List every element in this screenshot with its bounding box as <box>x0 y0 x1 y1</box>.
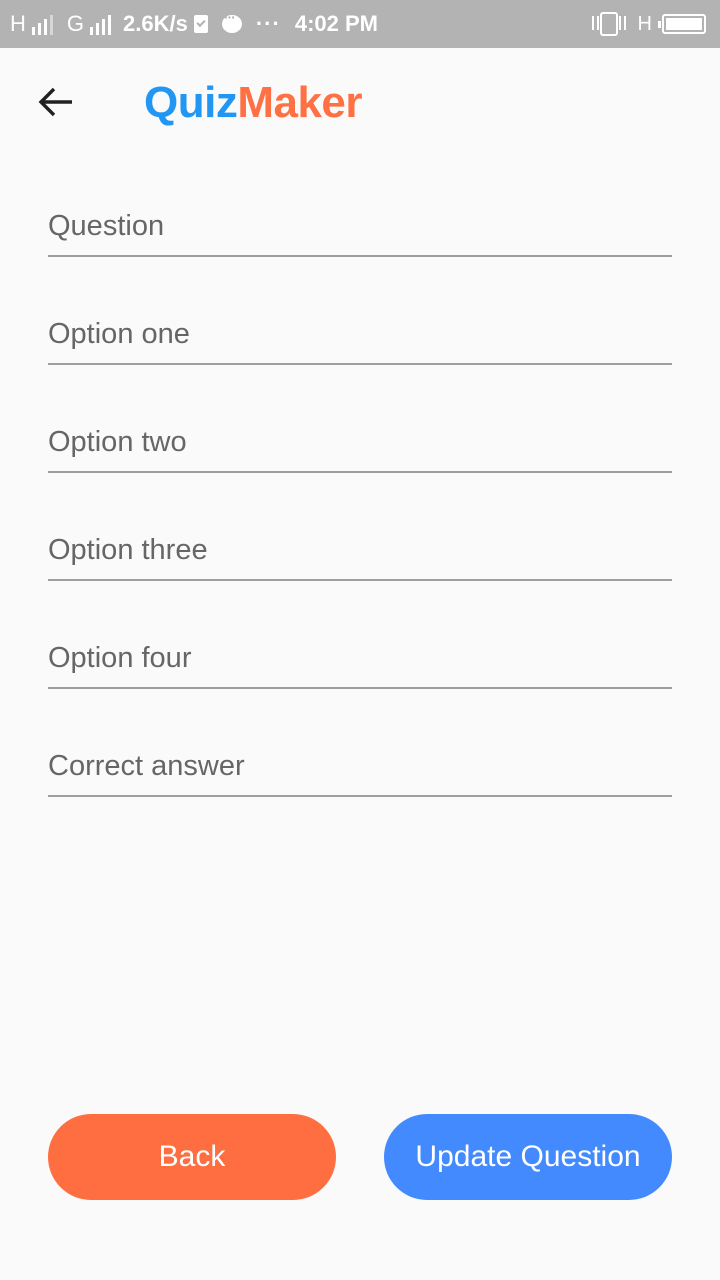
question-input[interactable] <box>48 197 672 255</box>
question-field[interactable] <box>48 197 672 257</box>
battery-icon <box>658 14 706 34</box>
hplus-network-icon: H <box>637 12 652 35</box>
option-two-input[interactable] <box>48 413 672 471</box>
status-bar-right: H <box>591 0 706 48</box>
network-speed: 2.6K/s <box>123 11 188 36</box>
app-title: QuizMaker <box>144 78 363 128</box>
vibrate-icon <box>591 12 626 36</box>
app-bar: QuizMaker <box>0 48 720 160</box>
correct-answer-input[interactable] <box>48 737 672 795</box>
status-bar-left: H G 2.6K/s ··· 4:02 PM <box>10 0 378 48</box>
sim2-network-type: G <box>66 11 85 36</box>
sim1-signal-icon <box>31 13 53 35</box>
back-arrow-icon[interactable] <box>30 76 82 128</box>
update-question-button[interactable]: Update Question <box>384 1114 672 1200</box>
correct-answer-field[interactable] <box>48 737 672 797</box>
back-button[interactable]: Back <box>48 1114 336 1200</box>
option-three-field[interactable] <box>48 521 672 581</box>
app-title-maker: Maker <box>237 78 363 127</box>
message-icon <box>221 9 242 33</box>
option-one-input[interactable] <box>48 305 672 363</box>
option-four-field[interactable] <box>48 629 672 689</box>
app-title-quiz: Quiz <box>144 78 238 127</box>
status-time: 4:02 PM <box>294 11 378 36</box>
option-one-field[interactable] <box>48 305 672 365</box>
option-four-input[interactable] <box>48 629 672 687</box>
option-two-field[interactable] <box>48 413 672 473</box>
more-notifications-icon: ··· <box>255 11 281 36</box>
sim2-signal-icon <box>90 13 112 35</box>
option-three-input[interactable] <box>48 521 672 579</box>
status-bar: H G 2.6K/s ··· 4:02 PM H <box>0 0 720 48</box>
sim1-network-type: H <box>10 11 26 36</box>
clipboard-check-icon <box>193 15 208 33</box>
